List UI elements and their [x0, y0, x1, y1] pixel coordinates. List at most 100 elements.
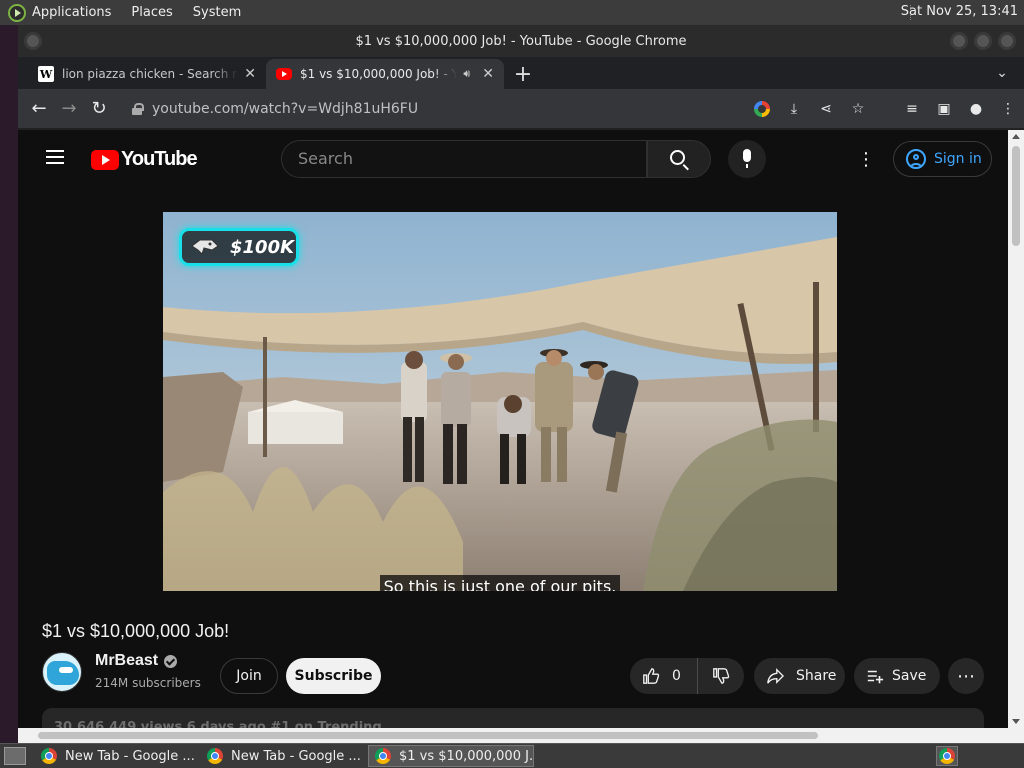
youtube-wordmark: YouTube: [121, 148, 198, 170]
chrome-menu-icon[interactable]: ⋮: [992, 95, 1024, 123]
verified-icon: [164, 654, 178, 668]
channel-avatar[interactable]: [42, 652, 82, 692]
tab-search[interactable]: W lion piazza chicken - Search re ✕: [28, 59, 266, 89]
reload-button[interactable]: ↻: [84, 94, 114, 124]
omnibox-actions: ⤓ ⋖ ☆: [746, 95, 874, 123]
media-controls-icon[interactable]: ≡: [896, 95, 928, 123]
thumbs-down-icon: [713, 668, 730, 684]
taskbar-item[interactable]: New Tab - Google ...: [34, 745, 196, 767]
share-arrow-icon: [767, 668, 784, 684]
forward-button[interactable]: →: [54, 94, 84, 124]
share-label: Share: [796, 668, 837, 684]
youtube-favicon-icon: [276, 68, 292, 80]
scroll-down-arrow-icon[interactable]: [1012, 719, 1020, 724]
caption-text: So this is just one of our pits.: [379, 575, 621, 591]
window-menu-button[interactable]: [24, 32, 42, 50]
chrome-icon: [207, 748, 223, 764]
tab-title: $1 vs $10,000,000 Job! - Y: [300, 67, 458, 81]
chrome-icon: [939, 748, 955, 764]
distro-logo-icon[interactable]: [8, 3, 26, 22]
minimize-button[interactable]: [950, 32, 968, 50]
system-menu[interactable]: System: [193, 5, 241, 20]
microphone-icon: [743, 149, 751, 168]
window-title: $1 vs $10,000,000 Job! - YouTube - Googl…: [355, 33, 687, 49]
install-app-icon[interactable]: ⤓: [778, 95, 810, 123]
video-frame: [163, 212, 837, 591]
channel-name-link[interactable]: MrBeast: [95, 652, 178, 670]
dislike-button[interactable]: [698, 658, 744, 694]
more-actions-icon[interactable]: ⋯: [948, 658, 984, 694]
tab-youtube[interactable]: $1 vs $10,000,000 Job! - Y 🔊︎ ✕: [266, 59, 504, 89]
close-tab-icon[interactable]: ✕: [244, 66, 256, 82]
new-tab-button[interactable]: +: [508, 59, 538, 89]
scroll-up-arrow-icon[interactable]: [1012, 134, 1020, 139]
youtube-logo[interactable]: YouTube: [91, 148, 198, 171]
avatar-eye: [59, 667, 73, 673]
bookmark-star-icon[interactable]: ☆: [842, 95, 874, 123]
taskbar-item-active[interactable]: $1 vs $10,000,000 J...: [368, 745, 534, 767]
maximize-button[interactable]: [974, 32, 992, 50]
bottom-taskbar: New Tab - Google ... New Tab - Google ..…: [0, 743, 1024, 768]
avatar-face: [47, 661, 79, 685]
join-button[interactable]: Join: [220, 658, 278, 694]
applications-menu[interactable]: Applications: [32, 5, 111, 20]
sign-in-label: Sign in: [934, 151, 982, 167]
chrome-icon: [41, 748, 57, 764]
search-button[interactable]: [647, 140, 711, 178]
horizontal-scrollbar[interactable]: [18, 728, 1024, 743]
vertical-scrollbar[interactable]: [1008, 130, 1024, 728]
scroll-thumb[interactable]: [1012, 146, 1020, 246]
description-box[interactable]: 30,646,449 views 6 days ago #1 on Trendi…: [42, 708, 984, 728]
sign-in-button[interactable]: Sign in: [893, 141, 992, 177]
toolbar-right: ≡ ▣ ● ⋮: [896, 95, 1024, 123]
profile-icon[interactable]: ●: [960, 95, 992, 123]
thumbs-up-icon: [643, 668, 660, 684]
channel-name[interactable]: MrBeast: [95, 652, 158, 670]
scroll-thumb[interactable]: [38, 732, 818, 739]
google-lens-icon[interactable]: [746, 95, 778, 123]
search-input[interactable]: Search: [281, 140, 647, 178]
panel-clock[interactable]: Sat Nov 25, 13:41: [901, 4, 1018, 19]
save-label: Save: [892, 668, 927, 684]
tray-chrome-launcher[interactable]: [936, 746, 958, 766]
chrome-window: $1 vs $10,000,000 Job! - YouTube - Googl…: [18, 25, 1024, 743]
side-panel-icon[interactable]: ▣: [928, 95, 960, 123]
back-button[interactable]: ←: [24, 94, 54, 124]
window-titlebar[interactable]: $1 vs $10,000,000 Job! - YouTube - Googl…: [18, 25, 1024, 57]
share-page-icon[interactable]: ⋖: [810, 95, 842, 123]
video-player[interactable]: $100K So this is just one of our pits.: [163, 212, 837, 591]
save-button[interactable]: Save: [854, 658, 940, 694]
settings-menu-icon[interactable]: ⋮: [856, 150, 876, 170]
voice-search-button[interactable]: [728, 140, 766, 178]
prize-amount: $100K: [230, 236, 295, 258]
dinosaur-skull-icon: [191, 239, 219, 255]
url-text[interactable]: youtube.com/watch?v=Wdjh81uH6FU: [152, 101, 418, 117]
close-window-button[interactable]: [998, 32, 1016, 50]
youtube-header: YouTube Search ⋮ Sign in: [18, 130, 1008, 186]
top-panel: Applications Places System Sat Nov 25, 1…: [0, 0, 1024, 25]
close-tab-icon[interactable]: ✕: [482, 66, 494, 82]
save-playlist-icon: [867, 670, 884, 684]
speaker-icon[interactable]: 🔊︎: [463, 67, 470, 81]
subscribe-button[interactable]: Subscribe: [286, 658, 381, 694]
wikipedia-icon: W: [38, 66, 54, 82]
tab-strip: W lion piazza chicken - Search re ✕ $1 v…: [18, 57, 1024, 89]
site-info-icon[interactable]: [132, 103, 144, 115]
chrome-icon: [375, 748, 391, 764]
taskbar-item[interactable]: New Tab - Google ...: [200, 745, 364, 767]
video-title: $1 vs $10,000,000 Job!: [42, 621, 230, 641]
description-meta: 30,646,449 views 6 days ago #1 on Trendi…: [54, 720, 382, 728]
video-caption: So this is just one of our pits.: [163, 575, 837, 591]
places-menu[interactable]: Places: [131, 5, 172, 20]
account-icon: [906, 149, 926, 169]
share-button[interactable]: Share: [754, 658, 845, 694]
guide-menu-icon[interactable]: [46, 150, 64, 164]
show-desktop-icon[interactable]: [4, 747, 26, 765]
search-icon: [670, 150, 685, 165]
desktop-background: [0, 25, 18, 743]
tab-title: lion piazza chicken - Search re: [62, 67, 239, 81]
taskbar-item-label: New Tab - Google ...: [65, 748, 195, 764]
like-button[interactable]: 0: [630, 658, 698, 694]
tab-search-chevron-icon[interactable]: ⌄: [990, 61, 1014, 85]
like-dislike-group: 0: [630, 658, 744, 694]
